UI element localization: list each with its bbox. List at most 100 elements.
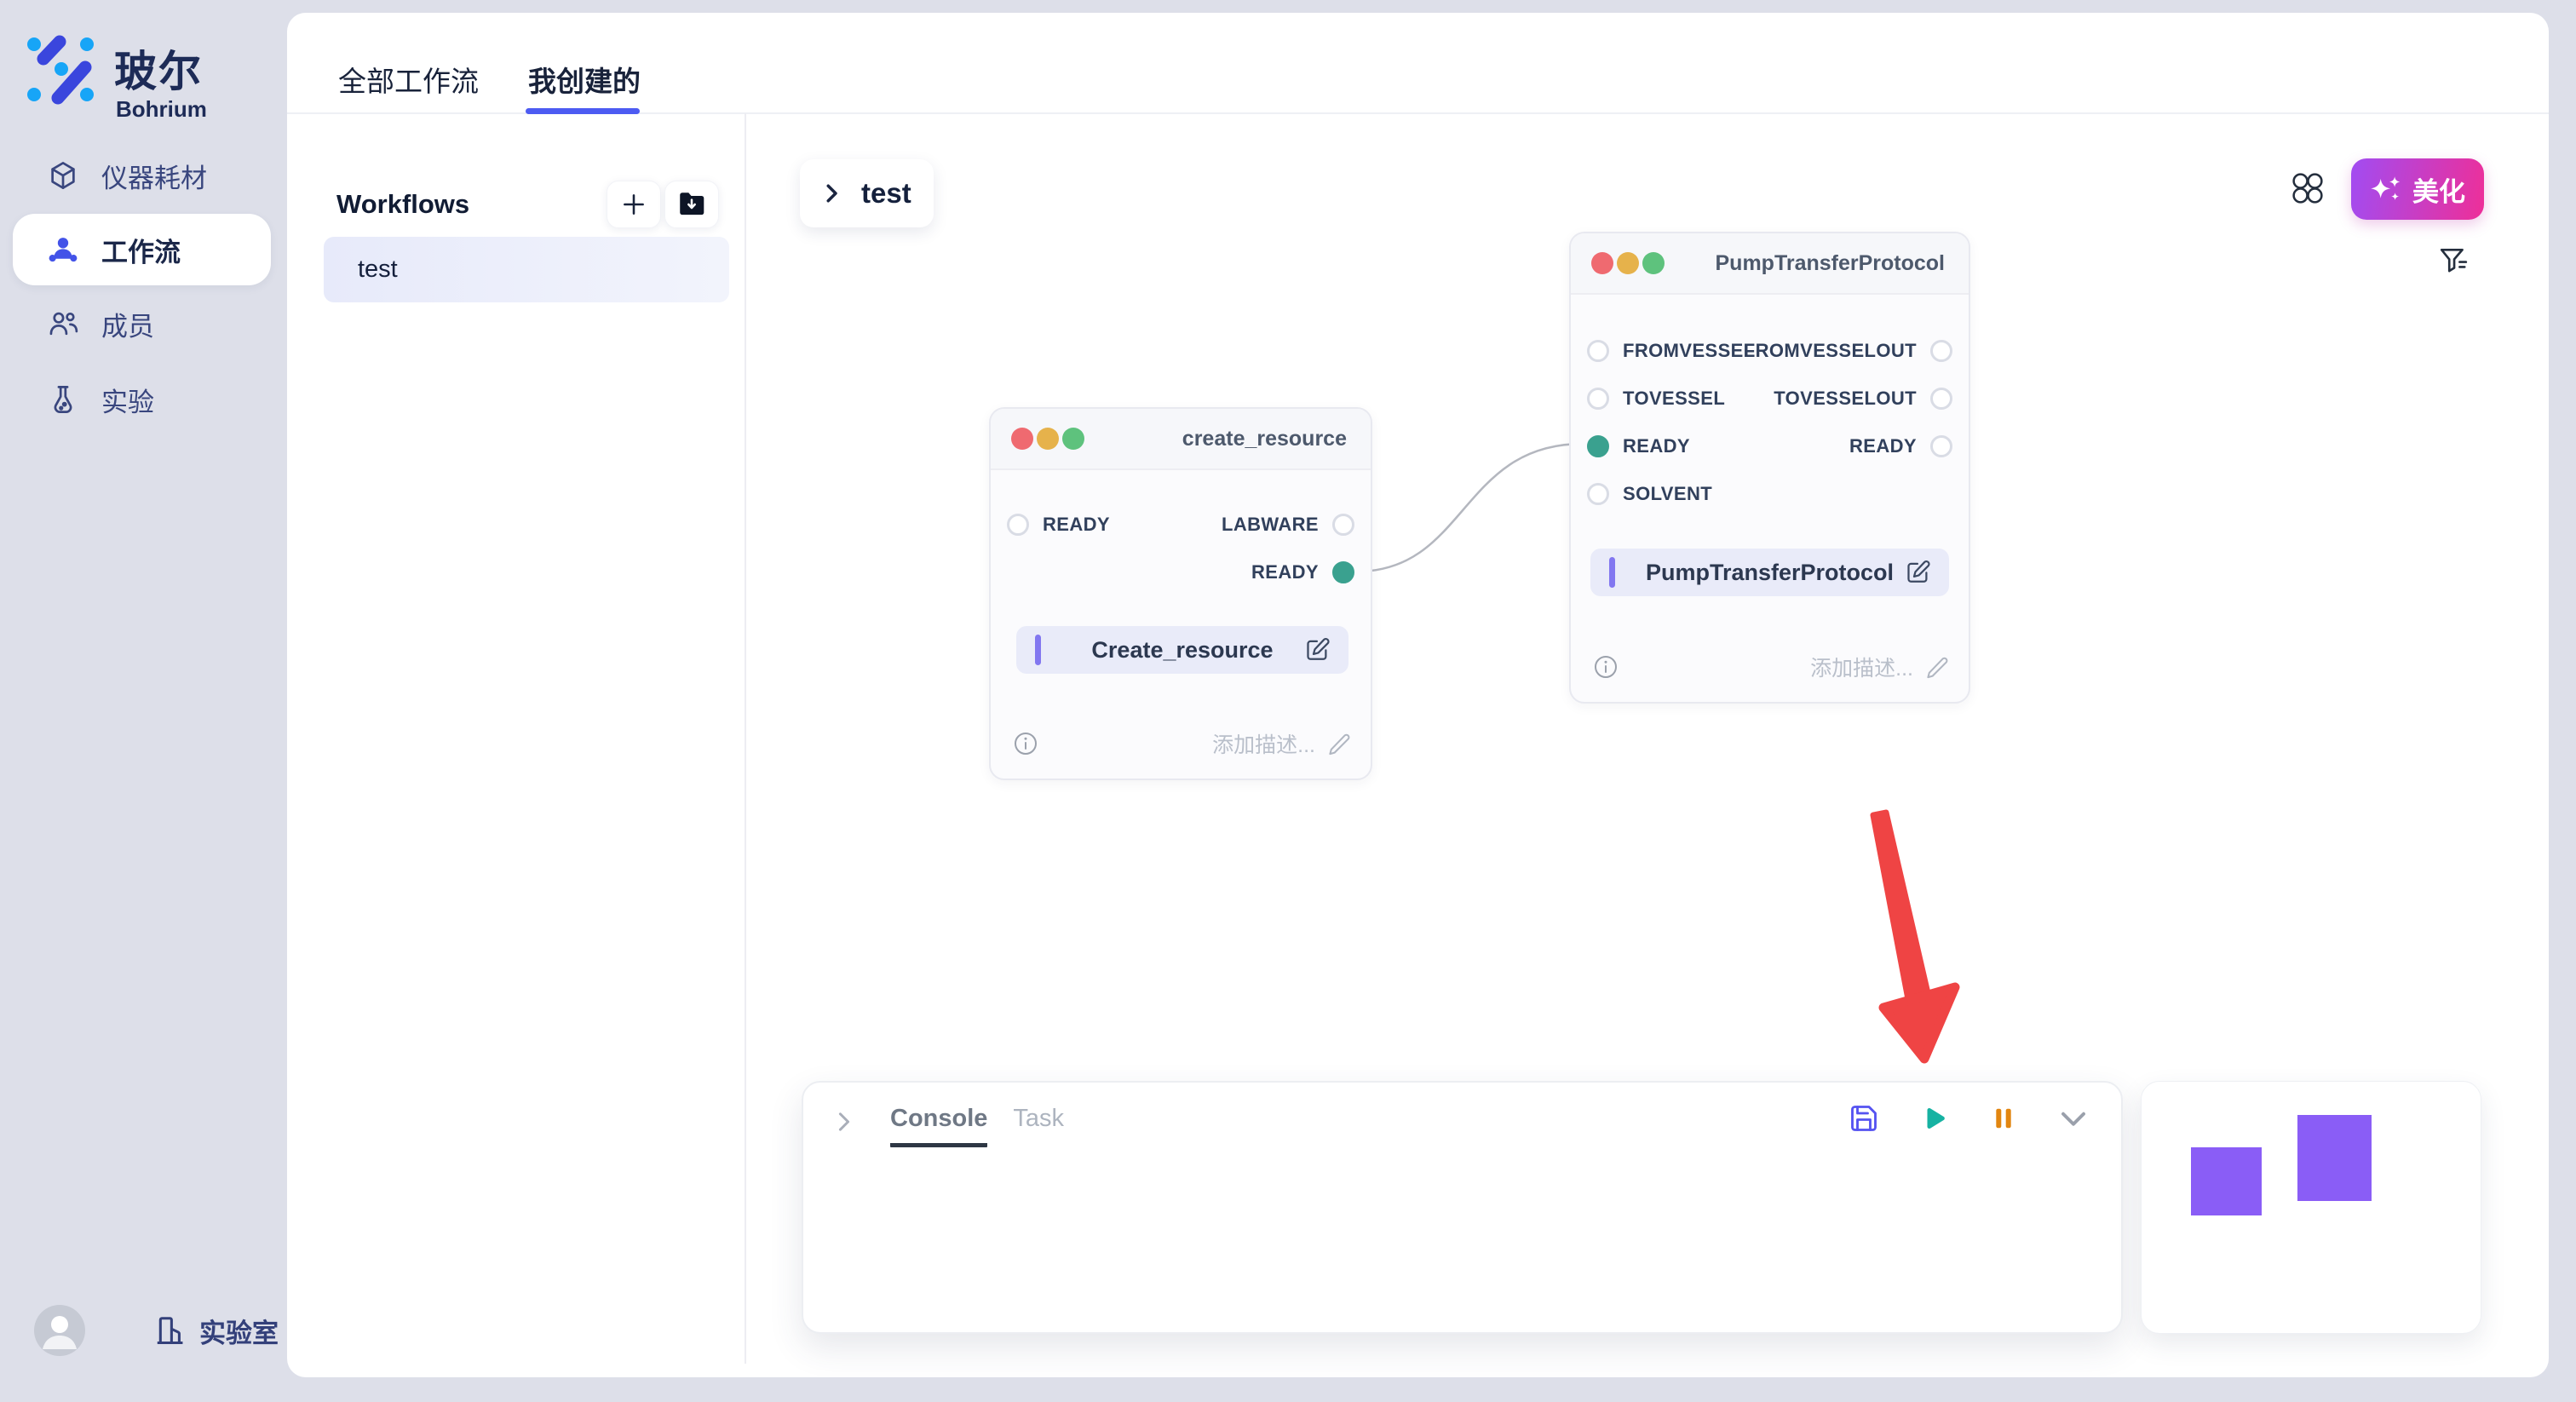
sidebar-item-label: 实验 [101, 381, 154, 419]
info-icon[interactable] [1593, 654, 1619, 680]
port-label: TOVESSELOUT [1774, 388, 1917, 410]
members-icon [47, 307, 79, 340]
experiment-icon [47, 383, 79, 416]
port-pin[interactable] [1332, 514, 1354, 536]
port-pin[interactable] [1930, 388, 1952, 410]
tab-task[interactable]: Task [1013, 1105, 1064, 1143]
node-header: PumpTransferProtocol [1571, 233, 1969, 295]
minimap-node-create-resource [2191, 1147, 2262, 1215]
tab-all-workflows[interactable]: 全部工作流 [338, 59, 479, 100]
description-placeholder[interactable]: 添加描述... [1212, 728, 1315, 759]
sidebar-item-members[interactable]: 成员 [13, 288, 271, 359]
sidebar-item-instruments[interactable]: 仪器耗材 [13, 140, 271, 211]
brand-title: 玻尔 [114, 37, 203, 99]
sidebar-item-label: 成员 [101, 305, 154, 343]
node-title: create_resource [1182, 427, 1347, 451]
expand-chevron-icon[interactable] [832, 1108, 856, 1135]
node-action-button[interactable]: Create_resource [1016, 626, 1348, 674]
pause-icon[interactable] [1988, 1103, 2019, 1134]
filter-icon[interactable] [2438, 245, 2469, 276]
sidebar-item-experiments[interactable]: 实验 [13, 364, 271, 435]
info-icon[interactable] [1013, 731, 1038, 756]
workflows-panel-title: Workflows [336, 189, 469, 220]
accent-bar [1609, 557, 1615, 588]
node-footer: 添加描述... [1593, 649, 1950, 685]
chevron-right-icon [819, 181, 844, 206]
minimap-node-pump-transfer [2297, 1115, 2372, 1201]
edit-icon[interactable] [1905, 559, 1932, 586]
port-input-solvent[interactable]: SOLVENT [1587, 482, 1726, 506]
run-icon[interactable] [1918, 1103, 1949, 1134]
workspace-switcher[interactable]: 实验室 [153, 1312, 279, 1350]
console-panel: Console Task [802, 1081, 2123, 1334]
port-pin-connected[interactable] [1332, 561, 1354, 583]
port-label: READY [1849, 435, 1917, 457]
pencil-icon[interactable] [1327, 732, 1352, 756]
traffic-green-dot [1062, 428, 1084, 450]
app-window: 玻尔 Bohrium 仪器耗材 工作流 [0, 0, 2576, 1402]
console-tabs: Console Task [832, 1105, 1064, 1147]
sparkles-icon [2370, 175, 2402, 204]
workflow-name: test [358, 256, 398, 284]
building-icon [153, 1314, 186, 1347]
port-pin[interactable] [1587, 483, 1609, 505]
edit-icon[interactable] [1304, 636, 1331, 664]
avatar[interactable] [34, 1305, 85, 1356]
bohrium-logo-icon [26, 34, 97, 107]
port-input-ready[interactable]: READY [1587, 434, 1704, 458]
save-icon[interactable] [1849, 1103, 1879, 1134]
panel-divider [745, 113, 746, 1364]
sidebar: 玻尔 Bohrium 仪器耗材 工作流 [0, 0, 287, 1402]
node-create-resource[interactable]: create_resource READY LABWARE READY Crea… [989, 407, 1372, 780]
port-pin[interactable] [1587, 388, 1609, 410]
folder-download-icon [676, 191, 707, 218]
port-output-labware[interactable]: LABWARE [1208, 513, 1354, 537]
minimap[interactable] [2141, 1081, 2481, 1334]
sidebar-item-label: 仪器耗材 [101, 157, 207, 195]
import-workflow-button[interactable] [664, 181, 719, 228]
port-output-ready[interactable]: READY [1836, 434, 1952, 458]
port-pin[interactable] [1007, 514, 1029, 536]
traffic-red-dot [1591, 252, 1613, 274]
node-title: PumpTransferProtocol [1716, 251, 1946, 276]
tab-console[interactable]: Console [890, 1105, 987, 1147]
description-placeholder[interactable]: 添加描述... [1810, 652, 1913, 682]
node-pump-transfer-protocol[interactable]: PumpTransferProtocol FROMVESSEL TOVESSEL… [1569, 232, 1970, 704]
tab-created-by-me[interactable]: 我创建的 [528, 59, 641, 100]
port-output-tovesselout[interactable]: TOVESSELOUT [1760, 387, 1952, 411]
accent-bar [1035, 635, 1041, 665]
traffic-yellow-dot [1617, 252, 1639, 274]
port-label: READY [1251, 561, 1319, 583]
pencil-icon[interactable] [1925, 655, 1950, 680]
port-pin[interactable] [1930, 435, 1952, 457]
port-input-ready[interactable]: READY [1007, 513, 1124, 537]
canvas-breadcrumb[interactable]: test [800, 159, 934, 227]
port-output-fromvesselout[interactable]: FROMVESSELOUT [1730, 339, 1952, 363]
beautify-button[interactable]: 美化 [2351, 158, 2484, 220]
port-label: READY [1043, 514, 1110, 536]
port-label: TOVESSEL [1623, 388, 1725, 410]
port-pin-connected[interactable] [1587, 435, 1609, 457]
add-workflow-button[interactable] [607, 181, 661, 228]
traffic-green-dot [1642, 252, 1665, 274]
node-action-label: PumpTransferProtocol [1646, 560, 1894, 586]
command-icon[interactable] [2291, 172, 2324, 204]
traffic-yellow-dot [1037, 428, 1059, 450]
port-pin[interactable] [1587, 340, 1609, 362]
breadcrumb-label: test [861, 177, 911, 210]
sidebar-item-workflows[interactable]: 工作流 [13, 214, 271, 285]
package-icon [47, 159, 79, 192]
port-label: SOLVENT [1623, 483, 1712, 505]
port-label: READY [1623, 435, 1690, 457]
collapse-chevron-icon[interactable] [2058, 1103, 2089, 1134]
port-output-ready[interactable]: READY [1238, 560, 1354, 584]
brand-subtitle: Bohrium [116, 96, 207, 123]
node-header: create_resource [991, 409, 1371, 470]
node-action-button[interactable]: PumpTransferProtocol [1590, 549, 1949, 596]
port-pin[interactable] [1930, 340, 1952, 362]
active-tab-underline [526, 108, 640, 114]
port-input-tovessel[interactable]: TOVESSEL [1587, 387, 1739, 411]
plus-icon [619, 190, 648, 219]
beautify-label: 美化 [2412, 170, 2465, 209]
workflow-list-item-test[interactable]: test [324, 237, 729, 302]
